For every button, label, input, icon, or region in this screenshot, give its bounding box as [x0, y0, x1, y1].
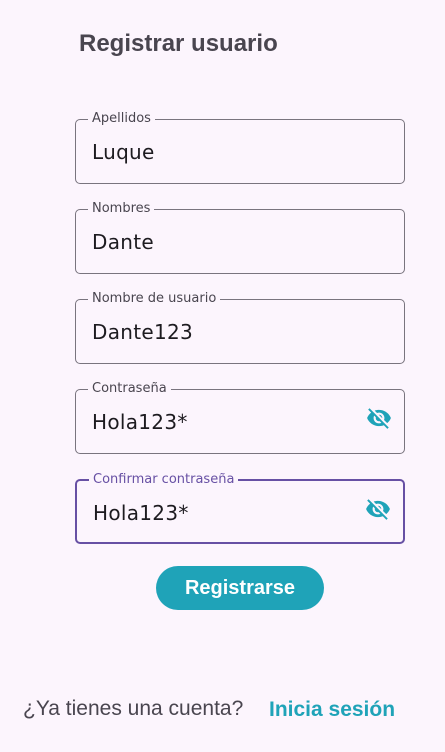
register-button[interactable]: Registrarse: [156, 566, 324, 610]
apellidos-field[interactable]: Apellidos: [75, 111, 405, 184]
username-input[interactable]: [92, 319, 352, 345]
confirm-password-field[interactable]: Confirmar contraseña: [75, 472, 405, 544]
confirm-password-label: Confirmar contraseña: [89, 472, 239, 488]
nombres-label: Nombres: [88, 201, 155, 217]
page-title: Registrar usuario: [79, 30, 278, 57]
password-label: Contraseña: [88, 381, 171, 397]
visibility-off-icon[interactable]: [365, 496, 391, 522]
apellidos-label: Apellidos: [88, 111, 155, 127]
visibility-off-icon[interactable]: [366, 405, 392, 431]
username-field[interactable]: Nombre de usuario: [75, 291, 405, 364]
confirm-password-input[interactable]: [93, 500, 353, 526]
username-label: Nombre de usuario: [88, 291, 221, 307]
apellidos-input[interactable]: [92, 139, 352, 165]
login-link[interactable]: Inicia sesión: [269, 698, 395, 722]
login-prompt: ¿Ya tienes una cuenta?: [23, 697, 244, 720]
nombres-field[interactable]: Nombres: [75, 201, 405, 274]
nombres-input[interactable]: [92, 229, 352, 255]
password-field[interactable]: Contraseña: [75, 381, 405, 454]
password-input[interactable]: [92, 409, 352, 435]
